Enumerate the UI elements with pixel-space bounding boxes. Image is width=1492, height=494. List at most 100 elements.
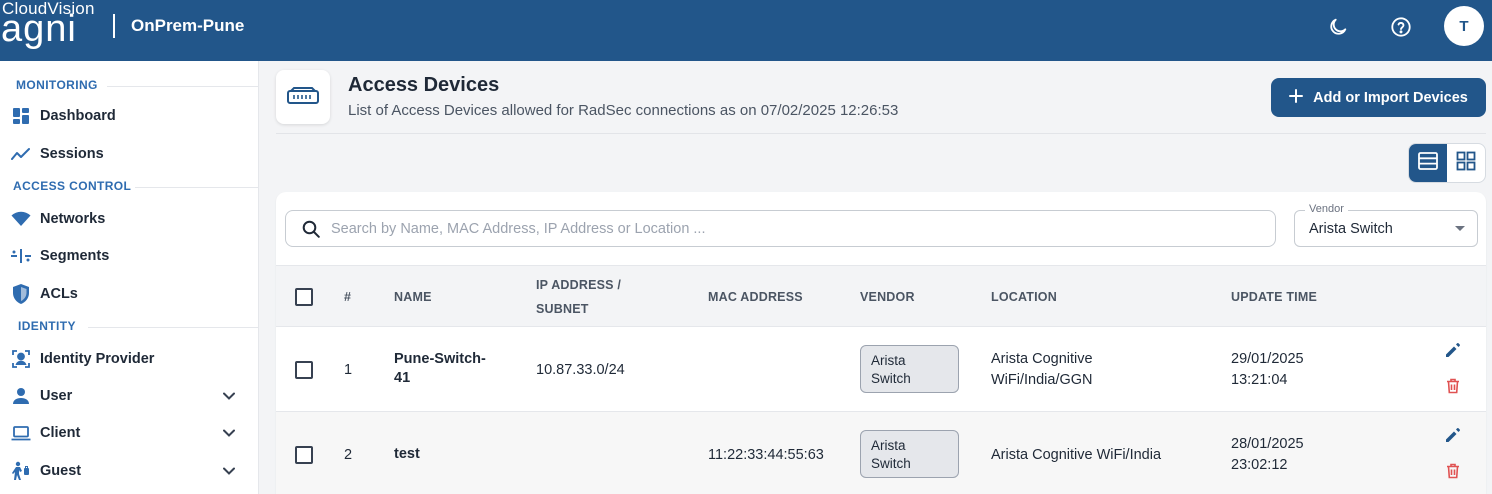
row-number: 2 [344, 447, 353, 463]
section-label: MONITORING [16, 78, 98, 92]
devices-card: Vendor Arista Switch # NAME IP ADDRESS /… [276, 192, 1486, 494]
section-divider [135, 187, 259, 188]
guest-icon [11, 461, 31, 481]
sidebar-item-label: Client [40, 425, 81, 441]
sidebar-item-client[interactable]: Client [0, 416, 259, 450]
grid-view-icon [1456, 151, 1476, 176]
page-subtitle: List of Access Devices allowed for RadSe… [348, 102, 899, 119]
table-header: # NAME IP ADDRESS / SUBNET MAC ADDRESS V… [276, 265, 1486, 327]
device-name: Pune-Switch- [394, 351, 486, 367]
ip-address: 10.87.33.0/24 [536, 362, 625, 378]
shield-icon [11, 284, 31, 304]
column-header-name[interactable]: NAME [394, 290, 432, 304]
column-header-subnet[interactable]: SUBNET [536, 302, 589, 316]
update-date: 29/01/2025 [1231, 351, 1304, 367]
vendor-chip-line1: Arista [871, 353, 906, 368]
section-divider [88, 327, 259, 328]
row-number: 1 [344, 362, 353, 378]
sidebar-item-segments[interactable]: Segments [0, 239, 259, 273]
user-icon [11, 386, 31, 406]
sidebar-item-label: Sessions [40, 146, 104, 162]
vendor-select[interactable]: Vendor Arista Switch [1294, 203, 1478, 247]
page-title: Access Devices [348, 74, 500, 96]
edit-icon[interactable] [1443, 425, 1463, 445]
update-time: 23:02:12 [1231, 457, 1288, 473]
sidebar-item-label: Guest [40, 463, 82, 479]
sidebar-item-acls[interactable]: ACLs [0, 277, 259, 311]
brand-separator [113, 14, 115, 38]
access-device-icon [276, 70, 330, 124]
add-button-label: Add or Import Devices [1313, 89, 1468, 106]
view-toggle [1408, 143, 1486, 183]
column-header-location[interactable]: LOCATION [991, 290, 1057, 304]
help-icon[interactable] [1387, 13, 1415, 41]
top-bar: CloudVision agni OnPrem-Pune T [0, 0, 1492, 61]
tenant-name: OnPrem-Pune [131, 16, 245, 35]
sidebar-item-user[interactable]: User [0, 379, 259, 413]
row-checkbox[interactable] [295, 361, 313, 379]
sidebar-item-sessions[interactable]: Sessions [0, 137, 259, 171]
caret-down-icon [1455, 226, 1465, 231]
chevron-down-icon[interactable] [221, 425, 237, 441]
search-box [285, 210, 1276, 247]
grid-view-button[interactable] [1447, 144, 1485, 182]
section-monitoring: MONITORING [0, 74, 259, 96]
user-avatar[interactable]: T [1444, 6, 1484, 46]
column-header-mac[interactable]: MAC ADDRESS [708, 290, 803, 304]
section-access-control: ACCESS CONTROL [0, 175, 259, 197]
sidebar-item-dashboard[interactable]: Dashboard [0, 99, 259, 133]
list-view-icon [1418, 151, 1438, 175]
column-header-number: # [344, 290, 352, 304]
brand-agni-logo[interactable]: agni [1, 9, 77, 49]
vendor-value: Arista Switch [1309, 221, 1393, 237]
chevron-down-icon[interactable] [221, 463, 237, 479]
sidebar-item-label: Networks [40, 211, 106, 227]
delete-icon[interactable] [1443, 461, 1463, 481]
sidebar-item-identity-provider[interactable]: Identity Provider [0, 342, 259, 376]
section-divider [107, 86, 259, 87]
edit-icon[interactable] [1443, 340, 1463, 360]
section-identity: IDENTITY [0, 315, 259, 337]
column-header-vendor[interactable]: VENDOR [860, 290, 915, 304]
vendor-chip: Arista Switch [860, 430, 959, 478]
device-name-cont: 41 [394, 370, 411, 386]
header-divider [276, 133, 1486, 134]
plus-icon [1289, 88, 1304, 107]
list-view-button[interactable] [1409, 144, 1447, 182]
sidebar-item-networks[interactable]: Networks [0, 202, 259, 236]
vendor-chip-line2: Switch [871, 456, 911, 471]
vendor-label: Vendor [1305, 203, 1348, 215]
section-label: ACCESS CONTROL [13, 179, 132, 193]
column-header-update-time[interactable]: UPDATE TIME [1231, 290, 1317, 304]
location: Arista Cognitive WiFi/India [991, 447, 1162, 463]
update-time: 13:21:04 [1231, 372, 1288, 388]
table-row[interactable]: 2 test 11:22:33:44:55:63 Arista Switch A… [276, 412, 1486, 494]
sidebar-item-label: ACLs [40, 286, 78, 302]
row-checkbox[interactable] [295, 446, 313, 464]
sidebar-item-guest[interactable]: Guest [0, 454, 259, 488]
sidebar-item-label: Identity Provider [40, 351, 155, 367]
delete-icon[interactable] [1443, 376, 1463, 396]
mac-address: 11:22:33:44:55:63 [708, 447, 824, 463]
select-all-checkbox[interactable] [295, 288, 313, 306]
column-header-ip-address[interactable]: IP ADDRESS / [536, 278, 621, 292]
search-icon [302, 220, 320, 238]
device-name: test [394, 446, 420, 462]
section-label: IDENTITY [18, 319, 76, 333]
location-cont: WiFi/India/GGN [991, 372, 1093, 388]
vendor-chip-line2: Switch [871, 371, 911, 386]
moon-icon[interactable] [1324, 13, 1352, 41]
sidebar-item-label: Dashboard [40, 108, 116, 124]
vendor-chip: Arista Switch [860, 345, 959, 393]
laptop-icon [11, 423, 31, 443]
location: Arista Cognitive [991, 351, 1093, 367]
trend-icon [11, 144, 31, 164]
table-row[interactable]: 1 Pune-Switch- 41 10.87.33.0/24 Arista S… [276, 327, 1486, 412]
update-date: 28/01/2025 [1231, 436, 1304, 452]
add-or-import-devices-button[interactable]: Add or Import Devices [1271, 78, 1486, 117]
wifi-icon [11, 209, 31, 229]
dashboard-icon [11, 106, 31, 126]
chevron-down-icon[interactable] [221, 388, 237, 404]
segments-icon [11, 246, 31, 266]
search-input[interactable] [331, 217, 1261, 241]
